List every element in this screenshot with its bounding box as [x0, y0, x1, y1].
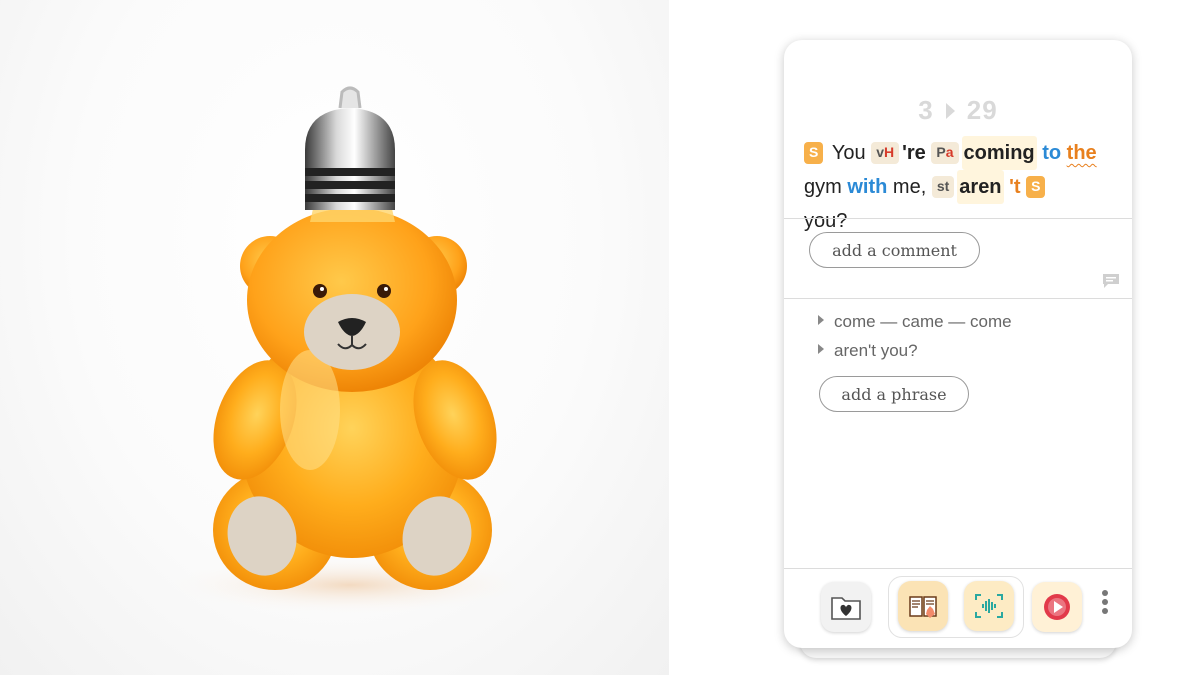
- sentence-card: 3 29 S You vH're Pa coming to the gym with…: [784, 40, 1132, 648]
- divider-middle: [784, 298, 1132, 299]
- folder-heart-glyph: [831, 597, 861, 620]
- word-aren[interactable]: aren: [957, 170, 1004, 204]
- tag-pa-a: a: [945, 144, 954, 160]
- expand-arrow-icon: [818, 315, 824, 325]
- bottom-toolbar: [784, 570, 1132, 648]
- grammar-tag-participle[interactable]: Pa: [931, 142, 959, 164]
- card-counter: 3 29: [784, 95, 1132, 126]
- grammar-tag-short[interactable]: st: [931, 176, 955, 198]
- book-hand-glyph: [909, 596, 937, 618]
- tag-vh-h: H: [884, 144, 895, 160]
- grammar-tag-verb-helper[interactable]: vH: [871, 142, 900, 164]
- expand-arrow-icon: [818, 344, 824, 354]
- tool-group: [888, 576, 1024, 638]
- voice-scan-icon[interactable]: [964, 581, 1014, 631]
- divider-bottom: [784, 568, 1132, 569]
- play-record-icon[interactable]: [1032, 582, 1082, 632]
- counter-current: 3: [918, 95, 934, 125]
- phrase-text: come — came — come: [834, 312, 1012, 331]
- word-re[interactable]: 're: [902, 136, 926, 170]
- word-you[interactable]: You: [832, 136, 866, 170]
- grammar-tag-subject-2[interactable]: S: [1026, 176, 1046, 198]
- dot: [1102, 590, 1108, 596]
- counter-total: 29: [966, 95, 998, 125]
- add-phrase-button[interactable]: add a phrase: [819, 376, 969, 412]
- word-to[interactable]: to: [1042, 136, 1061, 170]
- tag-pa-p: P: [936, 144, 946, 160]
- phrase-item-arent-you[interactable]: aren't you?: [818, 341, 918, 361]
- dot: [1102, 608, 1108, 614]
- next-arrow-icon[interactable]: [945, 102, 955, 119]
- word-t[interactable]: 't: [1009, 170, 1020, 204]
- grammar-tag-subject[interactable]: S: [804, 142, 824, 164]
- word-me[interactable]: me,: [893, 170, 926, 204]
- phrase-item-come[interactable]: come — came — come: [818, 312, 1012, 332]
- divider-top: [784, 218, 1132, 219]
- dot: [1102, 599, 1108, 605]
- word-with[interactable]: with: [847, 170, 887, 204]
- folder-heart-icon[interactable]: [821, 582, 871, 632]
- gummy-bear-bottle-image: [160, 86, 540, 615]
- add-comment-button[interactable]: add a comment: [809, 232, 980, 268]
- kebab-menu-icon[interactable]: [1102, 590, 1110, 617]
- voice-scan-glyph: [975, 594, 1003, 618]
- word-the[interactable]: the: [1067, 136, 1097, 170]
- book-hand-icon[interactable]: [898, 581, 948, 631]
- comment-icon[interactable]: [1102, 273, 1120, 289]
- sentence-text: S You vH're Pa coming to the gym with me,…: [804, 136, 1120, 238]
- tag-vh-v: v: [876, 144, 885, 160]
- word-gym[interactable]: gym: [804, 170, 842, 204]
- word-coming[interactable]: coming: [961, 136, 1037, 170]
- play-record-glyph: [1044, 594, 1070, 620]
- product-photo: [0, 0, 669, 675]
- phrase-text: aren't you?: [834, 341, 918, 360]
